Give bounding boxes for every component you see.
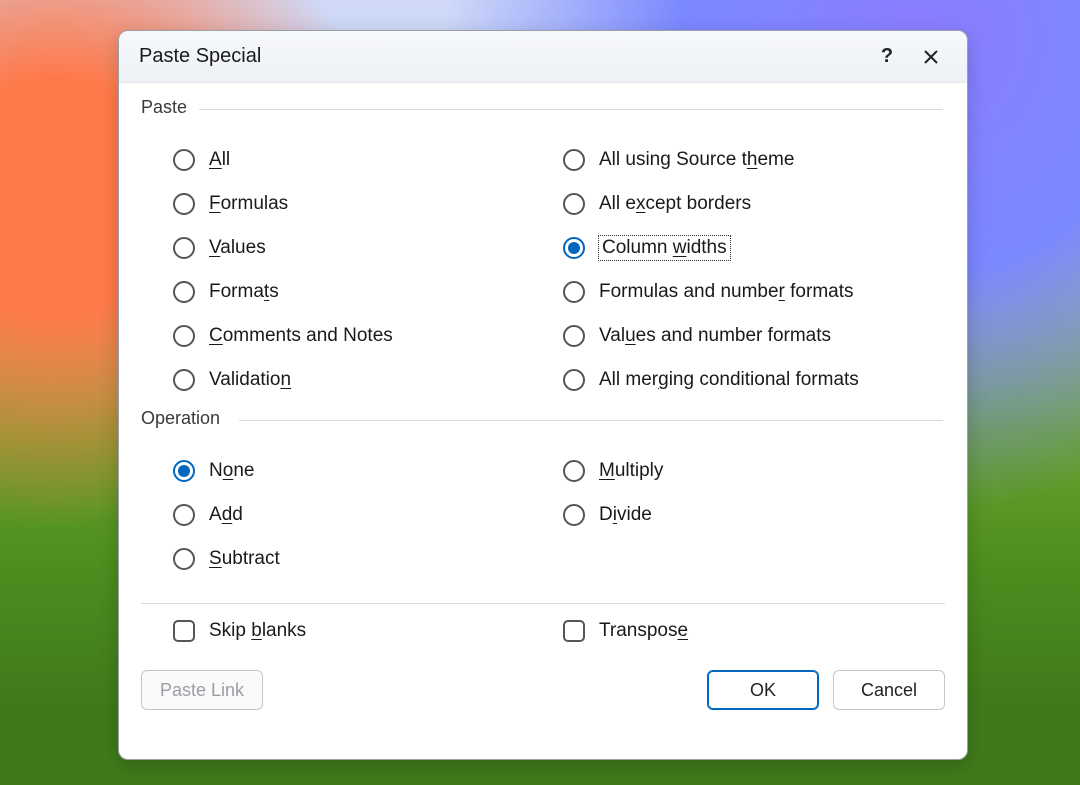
help-button[interactable]: ?	[865, 37, 909, 77]
radio-label: Divide	[599, 504, 652, 526]
radio-icon	[173, 369, 195, 391]
radio-formulas[interactable]: Formulas	[173, 182, 555, 226]
ok-button[interactable]: OK	[707, 670, 819, 710]
radio-label: Add	[209, 504, 243, 526]
radio-except-borders[interactable]: All except borders	[563, 182, 945, 226]
divider	[239, 420, 943, 421]
close-button[interactable]	[909, 37, 953, 77]
radio-multiply[interactable]: Multiply	[563, 449, 945, 493]
radio-icon	[173, 237, 195, 259]
radio-icon	[563, 504, 585, 526]
checkbox-label: Transpose	[599, 620, 688, 642]
radio-merge-cond-fmt[interactable]: All merging conditional formats	[563, 358, 945, 402]
radio-icon	[173, 325, 195, 347]
radio-icon	[173, 281, 195, 303]
cancel-button[interactable]: Cancel	[833, 670, 945, 710]
radio-icon	[563, 149, 585, 171]
radio-label: None	[209, 460, 254, 482]
divider	[141, 603, 945, 604]
radio-none[interactable]: None	[173, 449, 555, 493]
radio-label: Formulas and number formats	[599, 281, 854, 303]
radio-label: Validation	[209, 369, 291, 391]
radio-add[interactable]: Add	[173, 493, 555, 537]
radio-icon	[173, 504, 195, 526]
checkbox-skip-blanks[interactable]: Skip blanks	[173, 620, 555, 642]
radio-icon	[563, 237, 585, 259]
checkbox-icon	[563, 620, 585, 642]
radio-icon	[563, 193, 585, 215]
radio-label: Multiply	[599, 460, 663, 482]
radio-label: Formulas	[209, 193, 288, 215]
radio-label: Column widths	[599, 236, 730, 260]
paste-link-button: Paste Link	[141, 670, 263, 710]
dialog-title: Paste Special	[139, 45, 865, 68]
radio-icon	[563, 325, 585, 347]
radio-formulas-num-fmt[interactable]: Formulas and number formats	[563, 270, 945, 314]
checkbox-row: Skip blanks Transpose	[141, 620, 945, 642]
radio-label: All merging conditional formats	[599, 369, 859, 391]
close-icon	[923, 49, 939, 65]
radio-icon	[563, 460, 585, 482]
group-operation-body: None Multiply Add Divide Subtract	[141, 429, 945, 587]
checkbox-icon	[173, 620, 195, 642]
radio-all[interactable]: All	[173, 138, 555, 182]
radio-icon	[563, 369, 585, 391]
group-operation: Operation None Multiply Add Divide	[141, 408, 945, 587]
group-operation-label: Operation	[141, 408, 220, 428]
dialog-content: Paste All All using Source theme Formula…	[119, 83, 967, 759]
radio-label: Values and number formats	[599, 325, 831, 347]
group-paste-body: All All using Source theme Formulas All …	[141, 118, 945, 408]
group-paste-label: Paste	[141, 97, 187, 117]
group-paste: Paste All All using Source theme Formula…	[141, 97, 945, 408]
divider	[199, 109, 943, 110]
radio-icon	[173, 460, 195, 482]
radio-column-widths[interactable]: Column widths	[563, 226, 945, 270]
radio-icon	[173, 149, 195, 171]
radio-validation[interactable]: Validation	[173, 358, 555, 402]
radio-subtract[interactable]: Subtract	[173, 537, 555, 581]
dialog-footer: Paste Link OK Cancel	[141, 670, 945, 710]
checkbox-transpose[interactable]: Transpose	[563, 620, 945, 642]
radio-divide[interactable]: Divide	[563, 493, 945, 537]
radio-label: Values	[209, 237, 266, 259]
radio-comments[interactable]: Comments and Notes	[173, 314, 555, 358]
checkbox-label: Skip blanks	[209, 620, 306, 642]
radio-label: Comments and Notes	[209, 325, 393, 347]
title-bar: Paste Special ?	[119, 31, 967, 83]
paste-special-dialog: Paste Special ? Paste All All using Sour…	[118, 30, 968, 760]
radio-icon	[173, 193, 195, 215]
radio-src-theme[interactable]: All using Source theme	[563, 138, 945, 182]
radio-label: All using Source theme	[599, 149, 794, 171]
radio-values[interactable]: Values	[173, 226, 555, 270]
radio-label: Subtract	[209, 548, 280, 570]
radio-icon	[563, 281, 585, 303]
radio-label: All	[209, 149, 230, 171]
radio-values-num-fmt[interactable]: Values and number formats	[563, 314, 945, 358]
radio-label: All except borders	[599, 193, 751, 215]
radio-label: Formats	[209, 281, 279, 303]
radio-formats[interactable]: Formats	[173, 270, 555, 314]
radio-icon	[173, 548, 195, 570]
